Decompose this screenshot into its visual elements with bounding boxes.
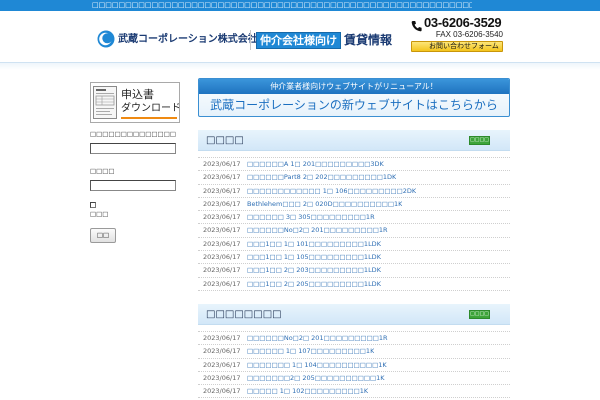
section-title-1: □□□□ <box>206 135 244 146</box>
login-id-input[interactable] <box>90 143 176 154</box>
listing-title-link[interactable]: □□□□□□Part8 2□ 202□□□□□□□□□1DK <box>247 171 396 183</box>
listing-row: 2023/06/17 □□□□□□□□□□□□ 1□ 106□□□□□□□□□2D… <box>198 185 510 198</box>
listing-row: 2023/06/17 □□□□□□ 1□ 107□□□□□□□□□1K <box>198 345 510 359</box>
listing-date: 2023/06/17 <box>203 253 241 262</box>
section-heading-1: □□□□ □□□□□ <box>198 130 510 151</box>
listing-list-1: 2023/06/17 □□□□□□A 1□ 201□□□□□□□□□3DK 2023… <box>198 157 510 291</box>
listing-date: 2023/06/17 <box>203 360 241 369</box>
listing-row: 2023/06/17 □□□1□□ 1□ 101□□□□□□□□□1LDK <box>198 238 510 252</box>
listing-date: 2023/06/17 <box>203 347 241 356</box>
listing-title-link[interactable]: □□□□□□□ 1□ 104□□□□□□□□□□1K <box>247 359 387 371</box>
listing-row: 2023/06/17 □□□1□□ 2□ 205□□□□□□□□□1LDK <box>198 278 510 291</box>
section-heading-2: □□□□□□□□ □□□□□ <box>198 304 510 325</box>
listing-date: 2023/06/17 <box>203 239 241 248</box>
section-title-2: □□□□□□□□ <box>206 309 282 320</box>
login-id-label: □□□□□□□□□□□□□□ <box>90 130 176 138</box>
listing-date: 2023/06/17 <box>203 334 241 342</box>
listing-row: 2023/06/17 □□□□□□No□2□ 201□□□□□□□□□1R <box>198 332 510 346</box>
main-content: 仲介業者様向けウェブサイトがリニューアル！ 武蔵コーポレーションの新ウェブサイト… <box>198 0 510 400</box>
listing-title-link[interactable]: □□□□□□No□2□ 201□□□□□□□□□1R <box>247 224 388 236</box>
new-website-link-text: 武蔵コーポレーションの新ウェブサイトはこちらから <box>210 98 498 112</box>
renewal-notice-text: 仲介業者様向けウェブサイトがリニューアル！ <box>199 79 509 94</box>
section-2-more-button[interactable]: □□□□□ <box>469 310 490 319</box>
listing-title-link[interactable]: □□□□□□ 3□ 305□□□□□□□□□1R <box>247 211 375 223</box>
section-1-more-button[interactable]: □□□□□ <box>469 136 490 145</box>
listing-title-link[interactable]: □□□1□□ 1□ 105□□□□□□□□□1LDK <box>247 251 381 263</box>
listing-row: 2023/06/17 □□□□□□Part8 2□ 202□□□□□□□□□1DK <box>198 171 510 185</box>
listing-title-link[interactable]: Bethlehem□□□ 2□ 020D□□□□□□□□□□1K <box>247 198 402 210</box>
listing-row: 2023/06/17 □□□□□□□2□ 205□□□□□□□□□□1K <box>198 372 510 386</box>
listing-date: 2023/06/17 <box>203 279 241 288</box>
sidebar: 申込書 ダウンロード □□□□□□□□□□□□□□ □□□□ □□□ □□ <box>90 0 180 260</box>
listing-date: 2023/06/17 <box>203 266 241 275</box>
listing-row: 2023/06/17 Bethlehem□□□ 2□ 020D□□□□□□□□□□… <box>198 198 510 212</box>
listing-title-link[interactable]: □□□1□□ 2□ 205□□□□□□□□□1LDK <box>247 278 381 290</box>
listing-title-link[interactable]: □□□□□□No□2□ 201□□□□□□□□□1R <box>247 332 388 344</box>
login-submit-button[interactable]: □□ <box>90 228 116 243</box>
download-banner-title: 申込書 <box>121 88 154 101</box>
password-label: □□□□ <box>90 167 115 175</box>
listing-row: 2023/06/17 □□□1□□ 2□ 203□□□□□□□□□1LDK <box>198 264 510 278</box>
listing-date: 2023/06/17 <box>203 199 241 208</box>
listing-row: 2023/06/17 □□□□□□No□2□ 201□□□□□□□□□1R <box>198 224 510 238</box>
listing-title-link[interactable]: □□□□□□ 1□ 107□□□□□□□□□1K <box>247 345 374 357</box>
listing-row: 2023/06/17 □□□□□□ 3□ 305□□□□□□□□□1R <box>198 211 510 225</box>
listing-title-link[interactable]: □□□□□ 1□ 102□□□□□□□□□1K <box>247 385 368 397</box>
listing-title-link[interactable]: □□□□□□□□□□□□ 1□ 106□□□□□□□□□2DK <box>247 185 416 197</box>
listing-date: 2023/06/17 <box>203 213 241 222</box>
listing-row: 2023/06/17 □□□1□□ 1□ 105□□□□□□□□□1LDK <box>198 251 510 265</box>
new-website-banner[interactable]: 仲介業者様向けウェブサイトがリニューアル！ 武蔵コーポレーションの新ウェブサイト… <box>198 78 510 117</box>
listing-title-link[interactable]: □□□□□□A 1□ 201□□□□□□□□□3DK <box>247 158 384 170</box>
listing-date: 2023/06/17 <box>203 160 241 168</box>
download-banner-subtitle: ダウンロード <box>121 103 180 114</box>
password-input[interactable] <box>90 180 176 191</box>
listing-date: 2023/06/17 <box>203 373 241 382</box>
listing-row: 2023/06/17 □□□□□ 1□ 102□□□□□□□□□1K <box>198 385 510 399</box>
remember-login-checkbox[interactable] <box>90 202 96 208</box>
listing-list-2: 2023/06/17 □□□□□□No□2□ 201□□□□□□□□□1R 2023… <box>198 331 510 399</box>
listing-row: 2023/06/17 □□□□□□□ 1□ 104□□□□□□□□□□1K <box>198 359 510 372</box>
listing-date: 2023/06/17 <box>203 387 241 396</box>
listing-date: 2023/06/17 <box>203 226 241 235</box>
application-form-icon <box>93 86 117 119</box>
listing-title-link[interactable]: □□□1□□ 1□ 101□□□□□□□□□1LDK <box>247 238 381 250</box>
download-banner-underline <box>121 117 177 119</box>
listing-title-link[interactable]: □□□□□□□2□ 205□□□□□□□□□□1K <box>247 372 385 384</box>
remember-login-label: □□□ <box>90 210 109 218</box>
listing-date: 2023/06/17 <box>203 173 241 182</box>
application-download-banner[interactable]: 申込書 ダウンロード <box>90 82 180 123</box>
page: □□□□□□□□□□□□□□□□□□□□□□□□□□□□□□□□□□□□□□□□… <box>0 0 600 400</box>
listing-date: 2023/06/17 <box>203 186 241 195</box>
listing-row: 2023/06/17 □□□□□□A 1□ 201□□□□□□□□□3DK <box>198 158 510 172</box>
listing-title-link[interactable]: □□□1□□ 2□ 203□□□□□□□□□1LDK <box>247 264 381 276</box>
